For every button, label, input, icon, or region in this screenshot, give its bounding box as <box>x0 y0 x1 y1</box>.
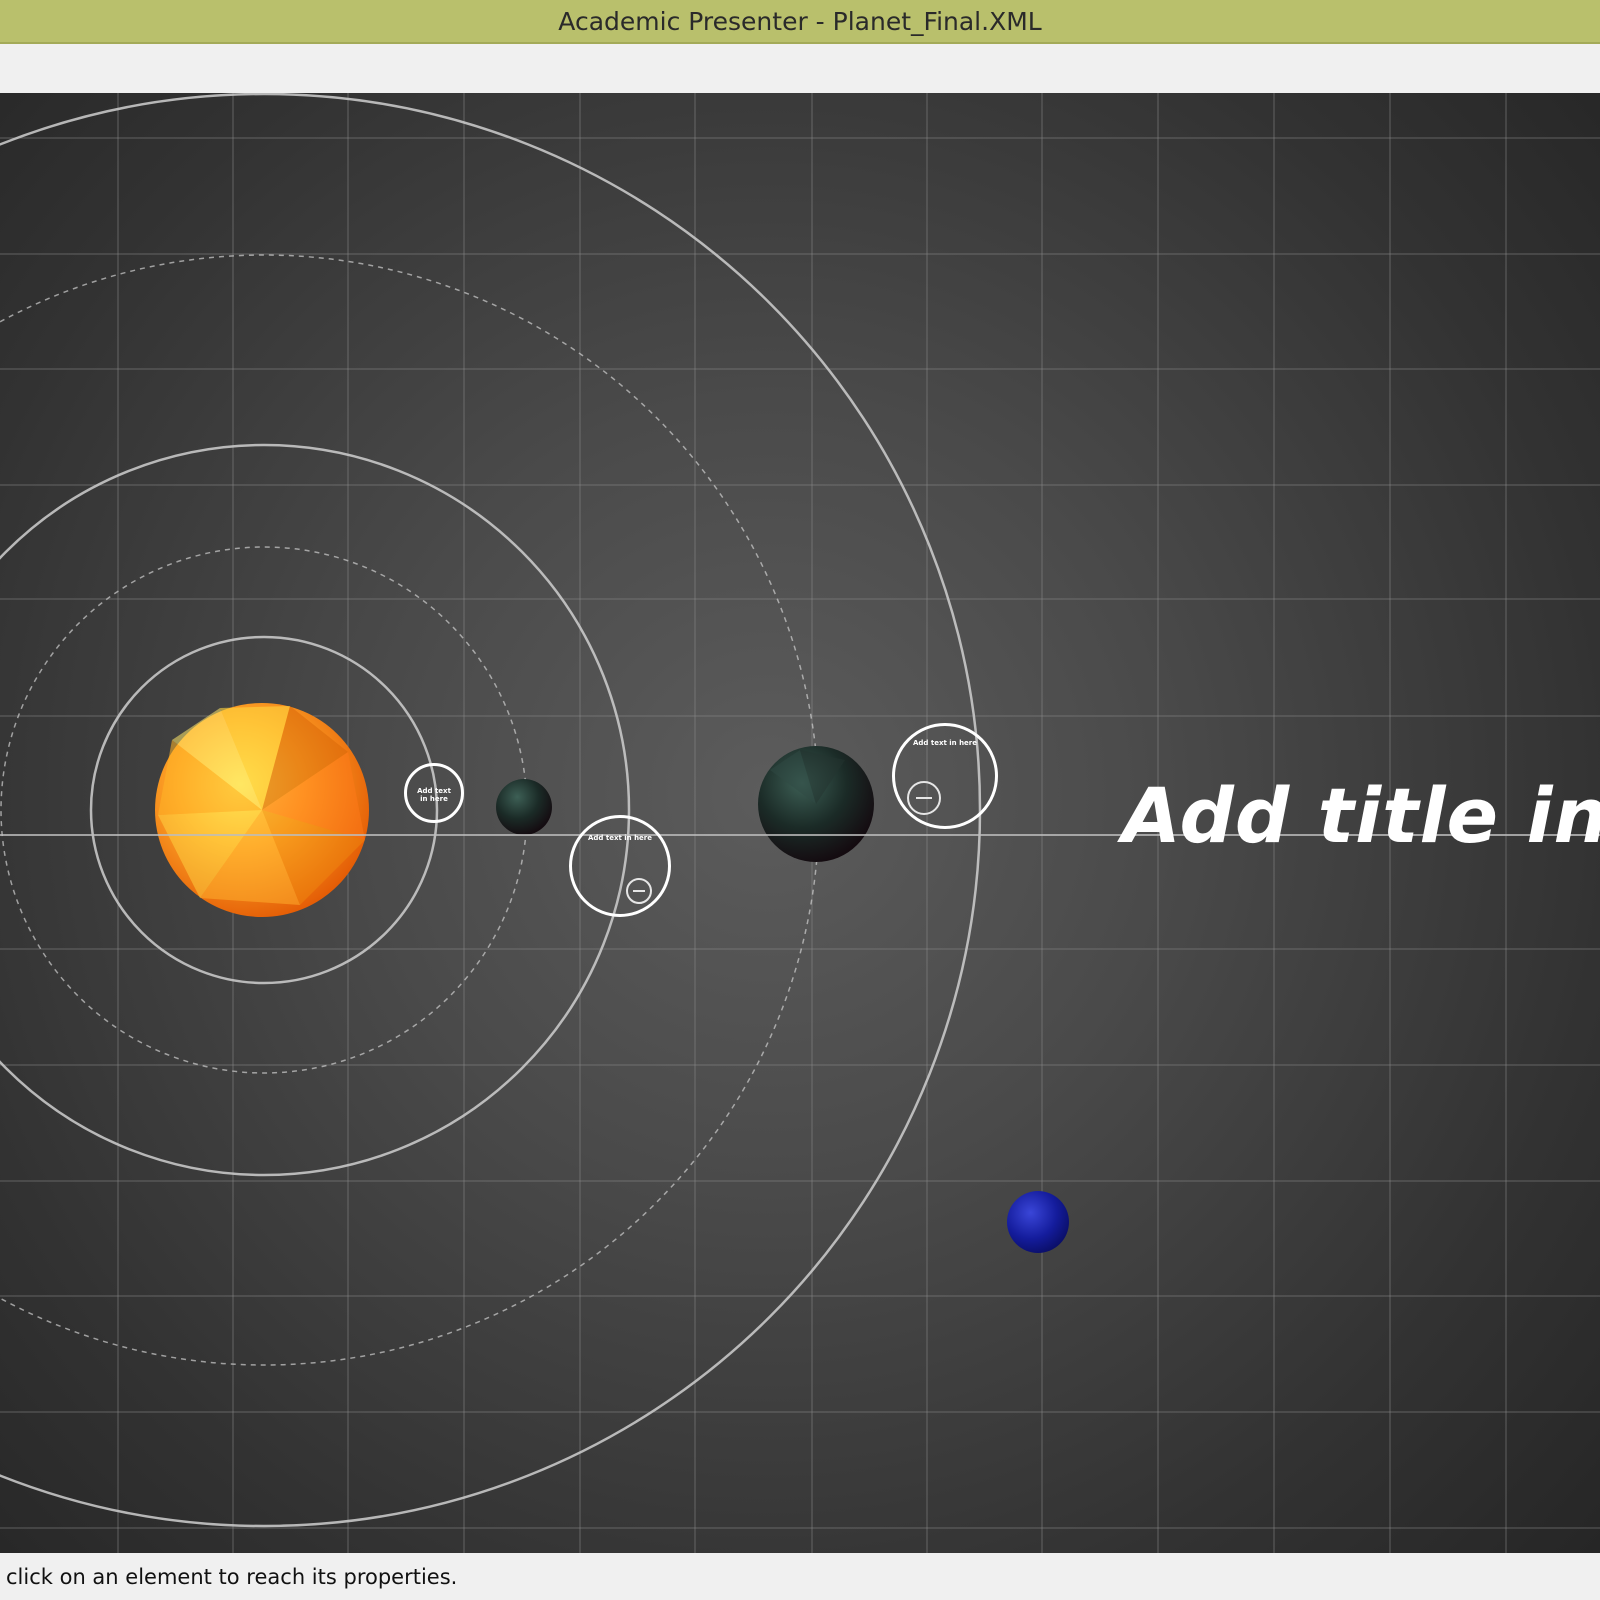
text-note-label: Add text in here <box>587 834 653 842</box>
small-dark-planet-icon[interactable] <box>496 779 552 835</box>
window-titlebar[interactable]: Academic Presenter - Planet_Final.XML <box>0 0 1600 44</box>
toolbar-area <box>0 44 1600 93</box>
blue-planet-icon[interactable] <box>1007 1191 1069 1253</box>
text-note-bubble[interactable]: Add text in here <box>569 815 671 917</box>
large-dark-planet-icon[interactable] <box>758 746 874 862</box>
slide-title[interactable]: Add title in h <box>1122 771 1600 860</box>
text-note-label: Add text in here <box>912 739 978 747</box>
text-note-bubble[interactable]: Add text in here <box>892 723 998 829</box>
presentation-canvas[interactable]: Add text in here Add text in here Add te… <box>0 93 1600 1553</box>
minus-icon[interactable] <box>626 878 652 904</box>
text-note-label: Add text in here <box>417 787 451 803</box>
sun-planet-icon[interactable] <box>155 703 369 917</box>
minus-icon[interactable] <box>907 781 941 815</box>
text-note-bubble[interactable]: Add text in here <box>404 763 464 823</box>
status-bar: click on an element to reach its propert… <box>0 1553 1600 1600</box>
status-message: click on an element to reach its propert… <box>6 1564 458 1589</box>
window-title: Academic Presenter - Planet_Final.XML <box>558 6 1042 36</box>
